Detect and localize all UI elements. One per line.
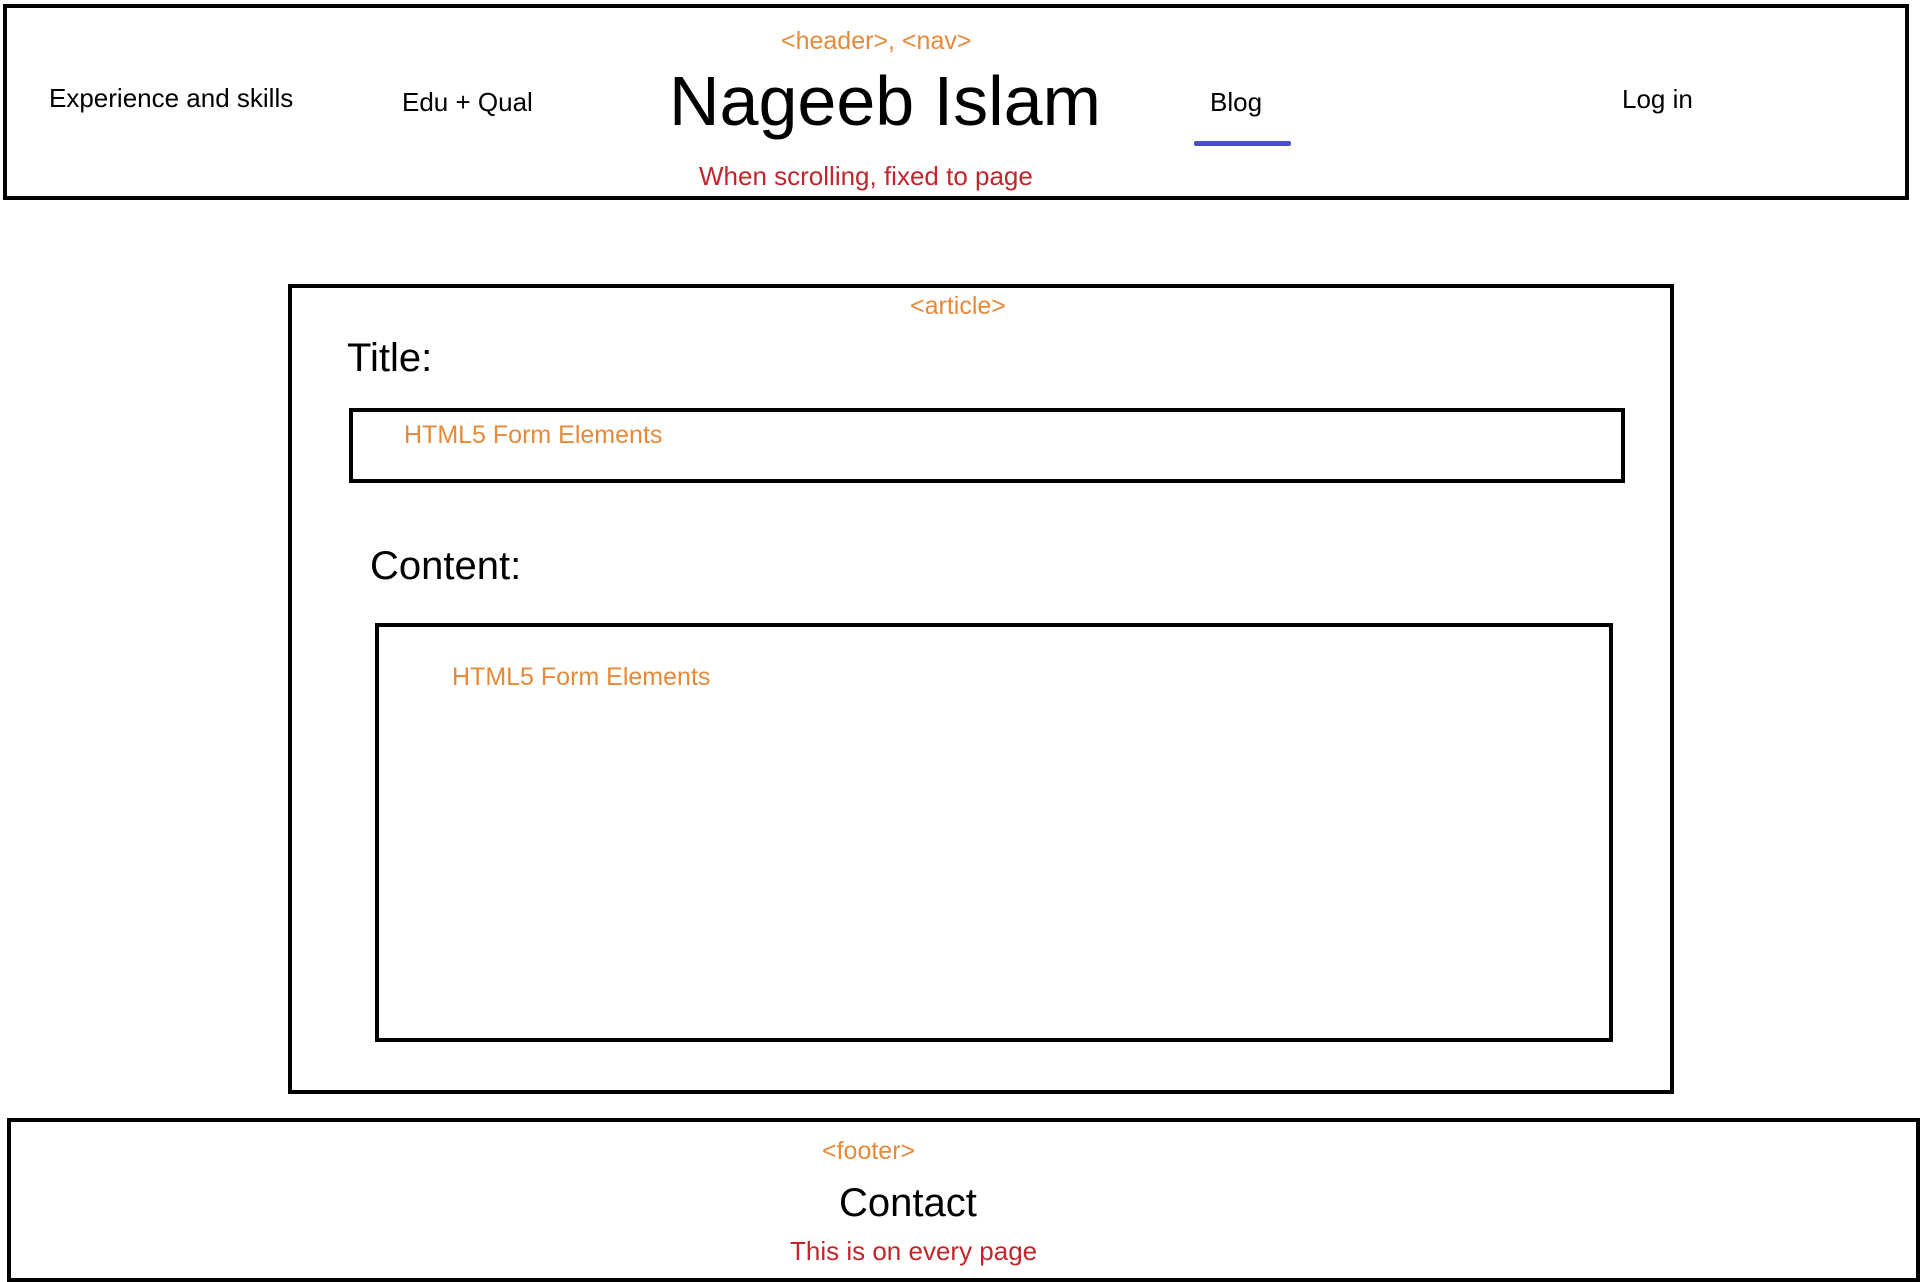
title-label: Title: [347, 336, 433, 380]
header-annotation-tag: <header>, <nav> [781, 27, 972, 55]
header-annotation-note: When scrolling, fixed to page [699, 161, 1033, 191]
content-label: Content: [370, 544, 522, 588]
nav-item-login[interactable]: Log in [1622, 86, 1693, 112]
footer-contact-link[interactable]: Contact [839, 1183, 977, 1223]
nav-item-blog[interactable]: Blog [1210, 89, 1262, 115]
title-input-annotation: HTML5 Form Elements [404, 421, 663, 449]
content-textarea-annotation: HTML5 Form Elements [452, 663, 711, 691]
article-annotation-tag: <article> [910, 292, 1006, 320]
site-title: Nageeb Islam [669, 62, 1101, 140]
footer-annotation-note: This is on every page [790, 1236, 1038, 1266]
nav-item-edu-qual[interactable]: Edu + Qual [402, 89, 533, 115]
nav-item-experience[interactable]: Experience and skills [49, 85, 293, 111]
footer-annotation-tag: <footer> [822, 1137, 916, 1165]
active-nav-underline [1194, 141, 1291, 146]
